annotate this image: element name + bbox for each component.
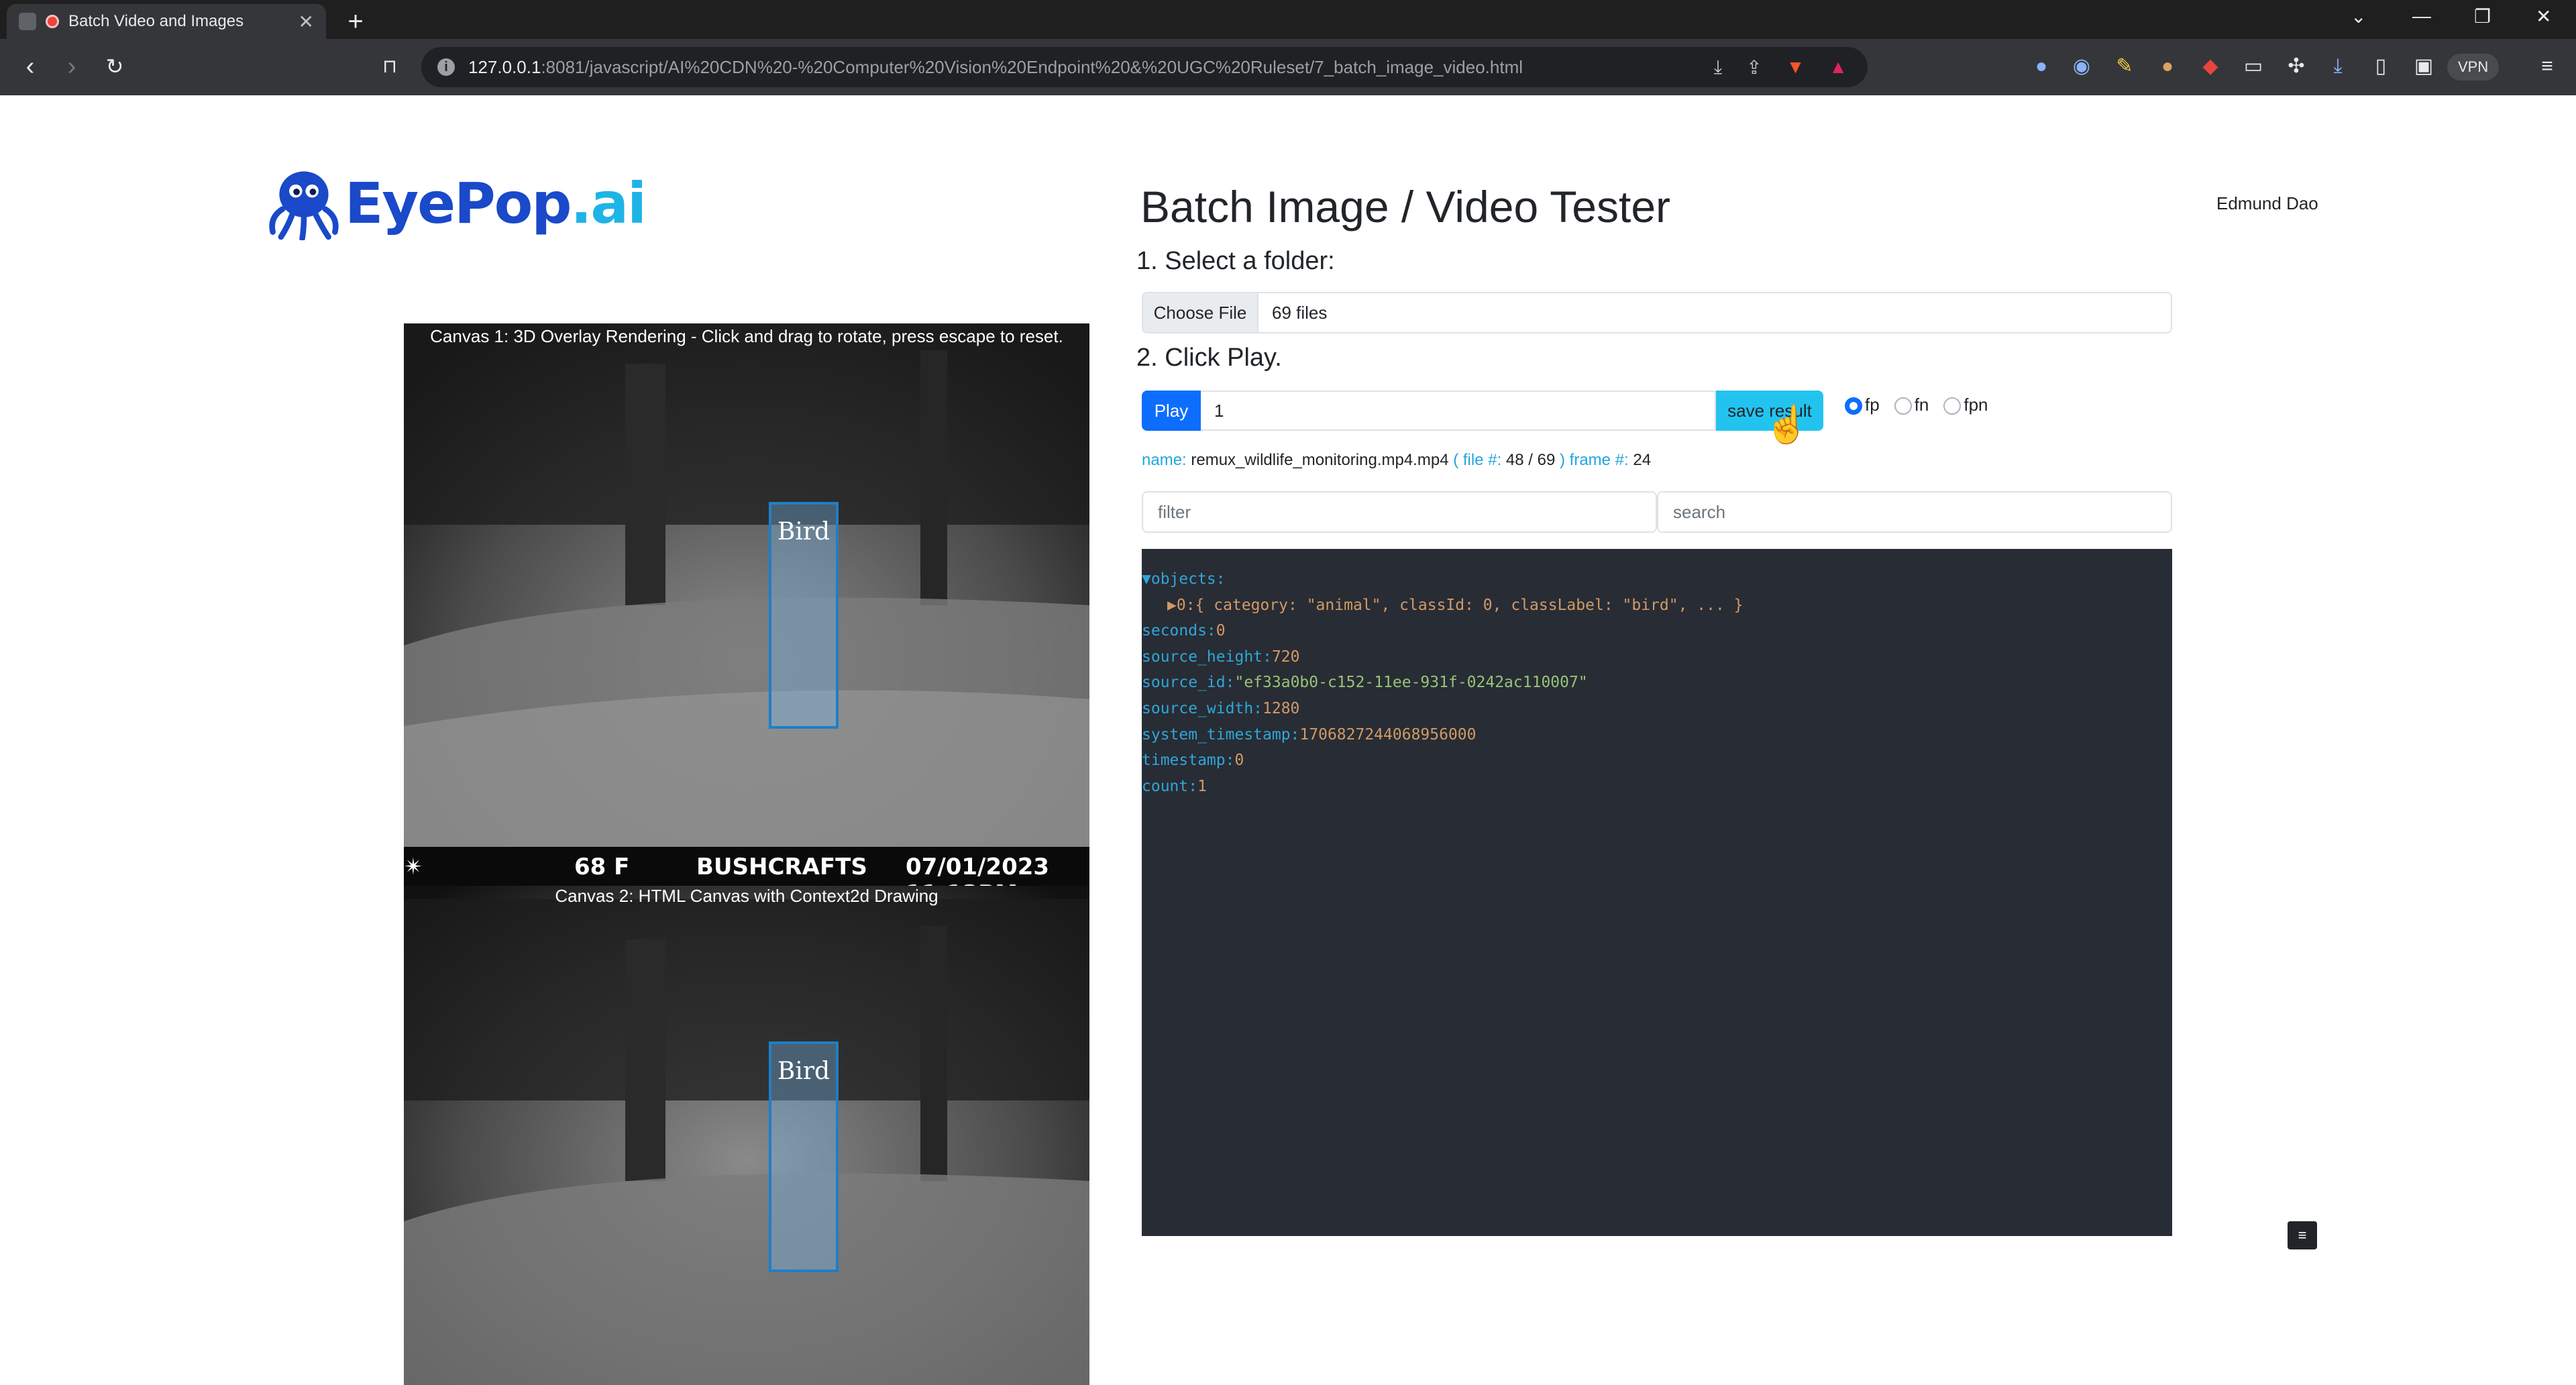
tab-bar: Batch Video and Images ✕ + ⌄ — ❐ ✕	[0, 0, 2576, 39]
canvas2-caption: Canvas 2: HTML Canvas with Context2d Dra…	[555, 886, 938, 906]
download-icon[interactable]: ⤓	[1714, 56, 1722, 79]
json-objects-key[interactable]: ▼objects:	[1142, 566, 2172, 593]
trailcam-info-strip: ✴ 68 F BUSHCRAFTS 07/01/2023 11:13PM	[404, 847, 1089, 887]
choose-file-button[interactable]: Choose File	[1143, 293, 1258, 332]
json-row: system_timestamp:1706827244068956000	[1142, 725, 1477, 743]
file-index: 48 / 69	[1505, 451, 1556, 469]
downloads-icon[interactable]: ⤓	[2322, 51, 2353, 82]
radio-fn[interactable]: fn	[1894, 395, 1929, 415]
frame-number: 24	[1633, 451, 1652, 469]
bbox-label: Bird	[777, 518, 830, 546]
result-type-radios: fp fn fpn	[1845, 395, 1988, 415]
canvas-2d-drawing[interactable]: Canvas 2: HTML Canvas with Context2d Dra…	[404, 886, 1089, 1385]
extension-badge-icon[interactable]: ●	[2026, 51, 2057, 82]
brave-rewards-icon[interactable]: ▲	[1829, 56, 1847, 79]
night-scene-image-2	[404, 886, 1089, 1385]
window-close-icon[interactable]: ✕	[2536, 5, 2551, 28]
radio-fpn[interactable]: fpn	[1943, 395, 1988, 415]
tab-title: Batch Video and Images	[68, 12, 244, 30]
json-row: source_height:720	[1142, 648, 1300, 666]
author-name: Edmund Dao	[2216, 193, 2318, 213]
forward-icon[interactable]: ›	[56, 51, 87, 82]
extension-pen-icon[interactable]: ✎	[2109, 51, 2140, 82]
step2-label: 2. Click Play.	[1136, 344, 1282, 372]
extension-cookie-icon[interactable]: ●	[2152, 51, 2183, 82]
radio-fpn-icon	[1943, 397, 1962, 415]
tab-active[interactable]: Batch Video and Images ✕	[7, 4, 326, 39]
step1-label: 1. Select a folder:	[1136, 247, 1335, 275]
folder-file-input[interactable]: Choose File 69 files	[1142, 292, 2172, 334]
json-row: source_id:"ef33a0b0-c152-11ee-931f-0242a…	[1142, 674, 1588, 692]
page-title: Batch Image / Video Tester	[1140, 182, 1671, 232]
restore-icon[interactable]: ❐	[2474, 5, 2491, 28]
bird-bounding-box-2: Bird	[769, 1041, 839, 1272]
file-count: 69 files	[1272, 302, 1328, 323]
menu-toggle-button[interactable]: ≡	[2288, 1221, 2317, 1249]
temperature-text: 68 F	[574, 854, 630, 880]
logo-text: EyePop.ai	[345, 170, 647, 236]
sidebar-icon[interactable]: ▯	[2365, 51, 2396, 82]
camera-brand-text: BUSHCRAFTS	[696, 854, 867, 880]
radio-fp-icon	[1845, 397, 1862, 415]
minimize-icon[interactable]: —	[2412, 5, 2431, 27]
extensions-puzzle-icon[interactable]: ✣	[2281, 51, 2312, 82]
address-bar[interactable]: i 127.0.0.1:8081/javascript/AI%20CDN%20-…	[421, 47, 1868, 87]
vpn-button[interactable]: VPN	[2447, 54, 2500, 81]
canvas-3d-overlay[interactable]: Canvas 1: 3D Overlay Rendering - Click a…	[404, 323, 1089, 887]
bbox-label-2: Bird	[777, 1058, 830, 1085]
octopus-icon	[269, 171, 339, 240]
count-input[interactable]: 1	[1201, 391, 1716, 431]
eyepop-logo: EyePop.ai	[263, 166, 647, 240]
menu-icon[interactable]: ≡	[2532, 51, 2563, 82]
deer-logo-icon: ✴	[404, 854, 423, 880]
browser-toolbar: ‹ › ↻ ⊓ i 127.0.0.1:8081/javascript/AI%2…	[0, 39, 2576, 95]
canvas1-caption: Canvas 1: 3D Overlay Rendering - Click a…	[430, 326, 1063, 346]
radio-fp[interactable]: fp	[1845, 395, 1880, 415]
radio-fn-icon	[1894, 397, 1912, 415]
extension-cc-icon[interactable]: ▭	[2238, 51, 2269, 82]
json-row: count:1	[1142, 777, 1207, 795]
hand-cursor-icon: ☝	[1764, 405, 1810, 445]
extension-red-icon[interactable]: ◆	[2195, 51, 2226, 82]
json-row: timestamp:0	[1142, 752, 1244, 770]
site-favicon-icon	[19, 13, 36, 30]
play-button[interactable]: Play	[1142, 391, 1201, 431]
datetime-text: 07/01/2023 11:13PM	[906, 854, 1050, 887]
json-row: seconds:0	[1142, 622, 1226, 640]
vpn-label: VPN	[2458, 58, 2489, 75]
reload-icon[interactable]: ↻	[99, 51, 130, 82]
playback-status: name: remux_wildlife_monitoring.mp4.mp4 …	[1142, 451, 1652, 469]
extension-s-icon[interactable]: ◉	[2066, 51, 2097, 82]
json-object-0[interactable]: ▶0:{ category: "animal", classId: 0, cla…	[1142, 593, 2172, 619]
filter-input[interactable]: filter	[1142, 491, 1657, 533]
bird-bounding-box: Bird	[769, 502, 839, 729]
brave-shields-icon[interactable]: ▼	[1786, 56, 1805, 79]
wallet-icon[interactable]: ▣	[2408, 51, 2439, 82]
recording-icon	[46, 15, 59, 28]
json-viewer: ▼objects: ▶0:{ category: "animal", class…	[1142, 549, 2172, 1236]
tab-close-icon[interactable]: ✕	[299, 11, 314, 33]
page-content: EyePop.ai Canvas 1: 3D Overlay Rendering…	[0, 95, 2576, 1385]
url-host: 127.0.0.1	[468, 56, 541, 77]
url-path: :8081/javascript/AI%20CDN%20-%20Computer…	[541, 56, 1523, 77]
tab-search-icon[interactable]: ⌄	[2351, 5, 2366, 28]
new-tab-button[interactable]: +	[339, 8, 372, 35]
share-icon[interactable]: ⇪	[1746, 56, 1762, 79]
canvas-column: Canvas 1: 3D Overlay Rendering - Click a…	[404, 323, 1089, 1385]
bookmark-icon[interactable]: ⊓	[374, 51, 405, 82]
site-info-icon[interactable]: i	[437, 58, 455, 76]
back-icon[interactable]: ‹	[15, 51, 46, 82]
search-input[interactable]: search	[1657, 491, 2172, 533]
night-scene-image	[404, 323, 1089, 887]
json-row: source_width:1280	[1142, 699, 1300, 717]
file-name: remux_wildlife_monitoring.mp4.mp4	[1191, 451, 1449, 469]
